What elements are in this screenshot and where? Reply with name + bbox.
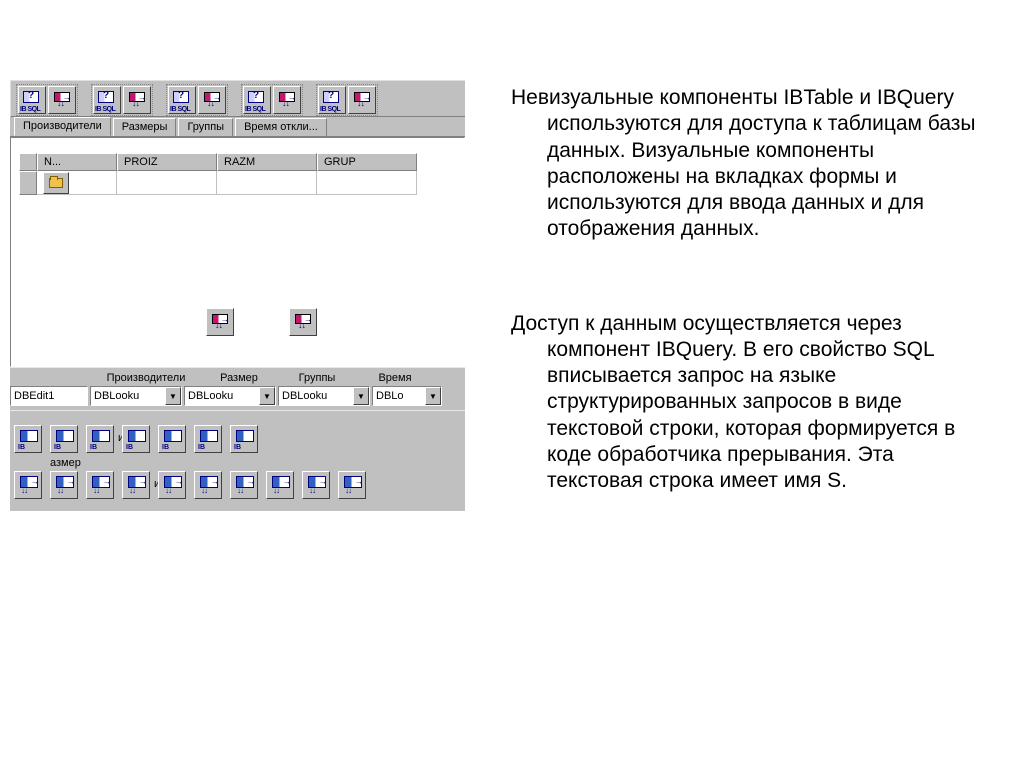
label-groups: Группы	[278, 372, 356, 384]
tab-groups[interactable]: Группы	[178, 118, 233, 137]
datasource-icon[interactable]: ↓↓→	[158, 471, 186, 499]
grid-row-selector	[19, 153, 37, 171]
dbedit1[interactable]: DBEdit1	[10, 386, 88, 406]
label-time: Время	[356, 372, 434, 384]
dbgrid-row[interactable]	[19, 171, 417, 195]
datasource-component[interactable]: ↓↓→	[206, 308, 234, 336]
component-pair[interactable]: IB SQL ↓↓→	[316, 84, 378, 116]
form-designer-surface[interactable]: N... PROIZ RAZM GRUP ↓↓→ ↓↓→	[10, 137, 465, 367]
component-pair[interactable]: IB SQL ↓↓→	[91, 84, 153, 116]
datasource-icon[interactable]: ↓↓→	[302, 471, 330, 499]
datasource-icon[interactable]: ↓↓→	[123, 86, 151, 114]
datasource-icon[interactable]: ↓↓→	[266, 471, 294, 499]
datasource-icon[interactable]: ↓↓→	[122, 471, 150, 499]
datasource-icon[interactable]: ↓↓→	[206, 308, 234, 336]
field-labels-bar: Производители Размер Группы Время DBEdit…	[10, 367, 465, 410]
dbgrid-header: N... PROIZ RAZM GRUP	[19, 153, 417, 171]
datasource-icon[interactable]: ↓↓→	[289, 308, 317, 336]
component-row: он ит	[14, 425, 461, 453]
component-row: ип ицы ↓↓→ ↓↓→ ↓↓→ ↓↓→ ↓↓→ ↓↓→ ↓↓→ ↓↓→ ↓…	[14, 471, 461, 499]
datasource-component[interactable]: ↓↓→	[289, 308, 317, 336]
paragraph-2: Доступ к данным осуществляется через ком…	[475, 311, 994, 495]
ibtable-icon[interactable]	[50, 425, 78, 453]
ibquery-icon[interactable]: IB SQL	[93, 86, 121, 114]
dblookup-combo[interactable]: DBLooku▼	[278, 386, 370, 406]
ibtable-icon[interactable]	[14, 425, 42, 453]
ibquery-icon[interactable]: IB SQL	[18, 86, 46, 114]
component-palette: IB SQL ↓↓→ IB SQL ↓↓→ IB SQL ↓↓→ IB SQL …	[10, 80, 465, 117]
paragraph-1: Невизуальные компоненты IBTable и IBQuer…	[475, 85, 994, 243]
ibtable-icon[interactable]	[122, 425, 150, 453]
dblookup-combo[interactable]: DBLo▼	[372, 386, 442, 406]
datasource-icon[interactable]: ↓↓→	[14, 471, 42, 499]
grid-cell[interactable]	[217, 171, 317, 195]
datasource-icon[interactable]: ↓↓→	[86, 471, 114, 499]
grid-col-proiz[interactable]: PROIZ	[117, 153, 217, 171]
ibtable-icon[interactable]	[86, 425, 114, 453]
datasource-icon[interactable]: ↓↓→	[273, 86, 301, 114]
component-pair[interactable]: IB SQL ↓↓→	[16, 84, 78, 116]
ibtable-icon[interactable]	[230, 425, 258, 453]
ide-screenshot-region: IB SQL ↓↓→ IB SQL ↓↓→ IB SQL ↓↓→ IB SQL …	[10, 80, 465, 511]
datasource-icon[interactable]: ↓↓→	[48, 86, 76, 114]
dblookup-combo[interactable]: DBLooku▼	[90, 386, 182, 406]
label-manufacturers: Производители	[92, 372, 200, 384]
tab-response-time[interactable]: Время откли...	[235, 118, 327, 137]
label-size: Размер	[200, 372, 278, 384]
tab-sizes[interactable]: Размеры	[113, 118, 177, 137]
datasource-icon[interactable]: ↓↓→	[194, 471, 222, 499]
datasource-icon[interactable]: ↓↓→	[230, 471, 258, 499]
ibtable-icon[interactable]	[194, 425, 222, 453]
ibquery-icon[interactable]: IB SQL	[243, 86, 271, 114]
chevron-down-icon[interactable]: ▼	[425, 387, 441, 405]
datasource-icon[interactable]: ↓↓→	[338, 471, 366, 499]
form-tabs: Производители Размеры Группы Время откли…	[10, 117, 465, 137]
grid-col-razm[interactable]: RAZM	[217, 153, 317, 171]
folder-icon	[49, 178, 63, 188]
ibtable-icon[interactable]	[158, 425, 186, 453]
datasource-icon[interactable]: ↓↓→	[348, 86, 376, 114]
bg-label-fragment: азмер	[50, 457, 81, 469]
grid-cell[interactable]	[117, 171, 217, 195]
chevron-down-icon[interactable]: ▼	[165, 387, 181, 405]
datasource-icon[interactable]: ↓↓→	[50, 471, 78, 499]
open-folder-button[interactable]	[43, 172, 69, 194]
grid-cell[interactable]	[317, 171, 417, 195]
datasource-icon[interactable]: ↓↓→	[198, 86, 226, 114]
ibquery-icon[interactable]: IB SQL	[318, 86, 346, 114]
chevron-down-icon[interactable]: ▼	[353, 387, 369, 405]
grid-row-indicator	[19, 171, 37, 195]
chevron-down-icon[interactable]: ▼	[259, 387, 275, 405]
grid-col-grup[interactable]: GRUP	[317, 153, 417, 171]
explanation-text: Невизуальные компоненты IBTable и IBQuer…	[475, 0, 1024, 768]
component-pair[interactable]: IB SQL ↓↓→	[166, 84, 228, 116]
grid-col-n[interactable]: N...	[37, 153, 117, 171]
nonvisual-components-tray: он ит азмер ип ицы ↓↓→ ↓↓→ ↓↓→ ↓↓→ ↓↓	[10, 410, 465, 511]
ibquery-icon[interactable]: IB SQL	[168, 86, 196, 114]
dblookup-combo[interactable]: DBLooku▼	[184, 386, 276, 406]
grid-cell-open[interactable]	[37, 171, 117, 195]
tab-manufacturers[interactable]: Производители	[14, 117, 111, 136]
component-pair[interactable]: IB SQL ↓↓→	[241, 84, 303, 116]
